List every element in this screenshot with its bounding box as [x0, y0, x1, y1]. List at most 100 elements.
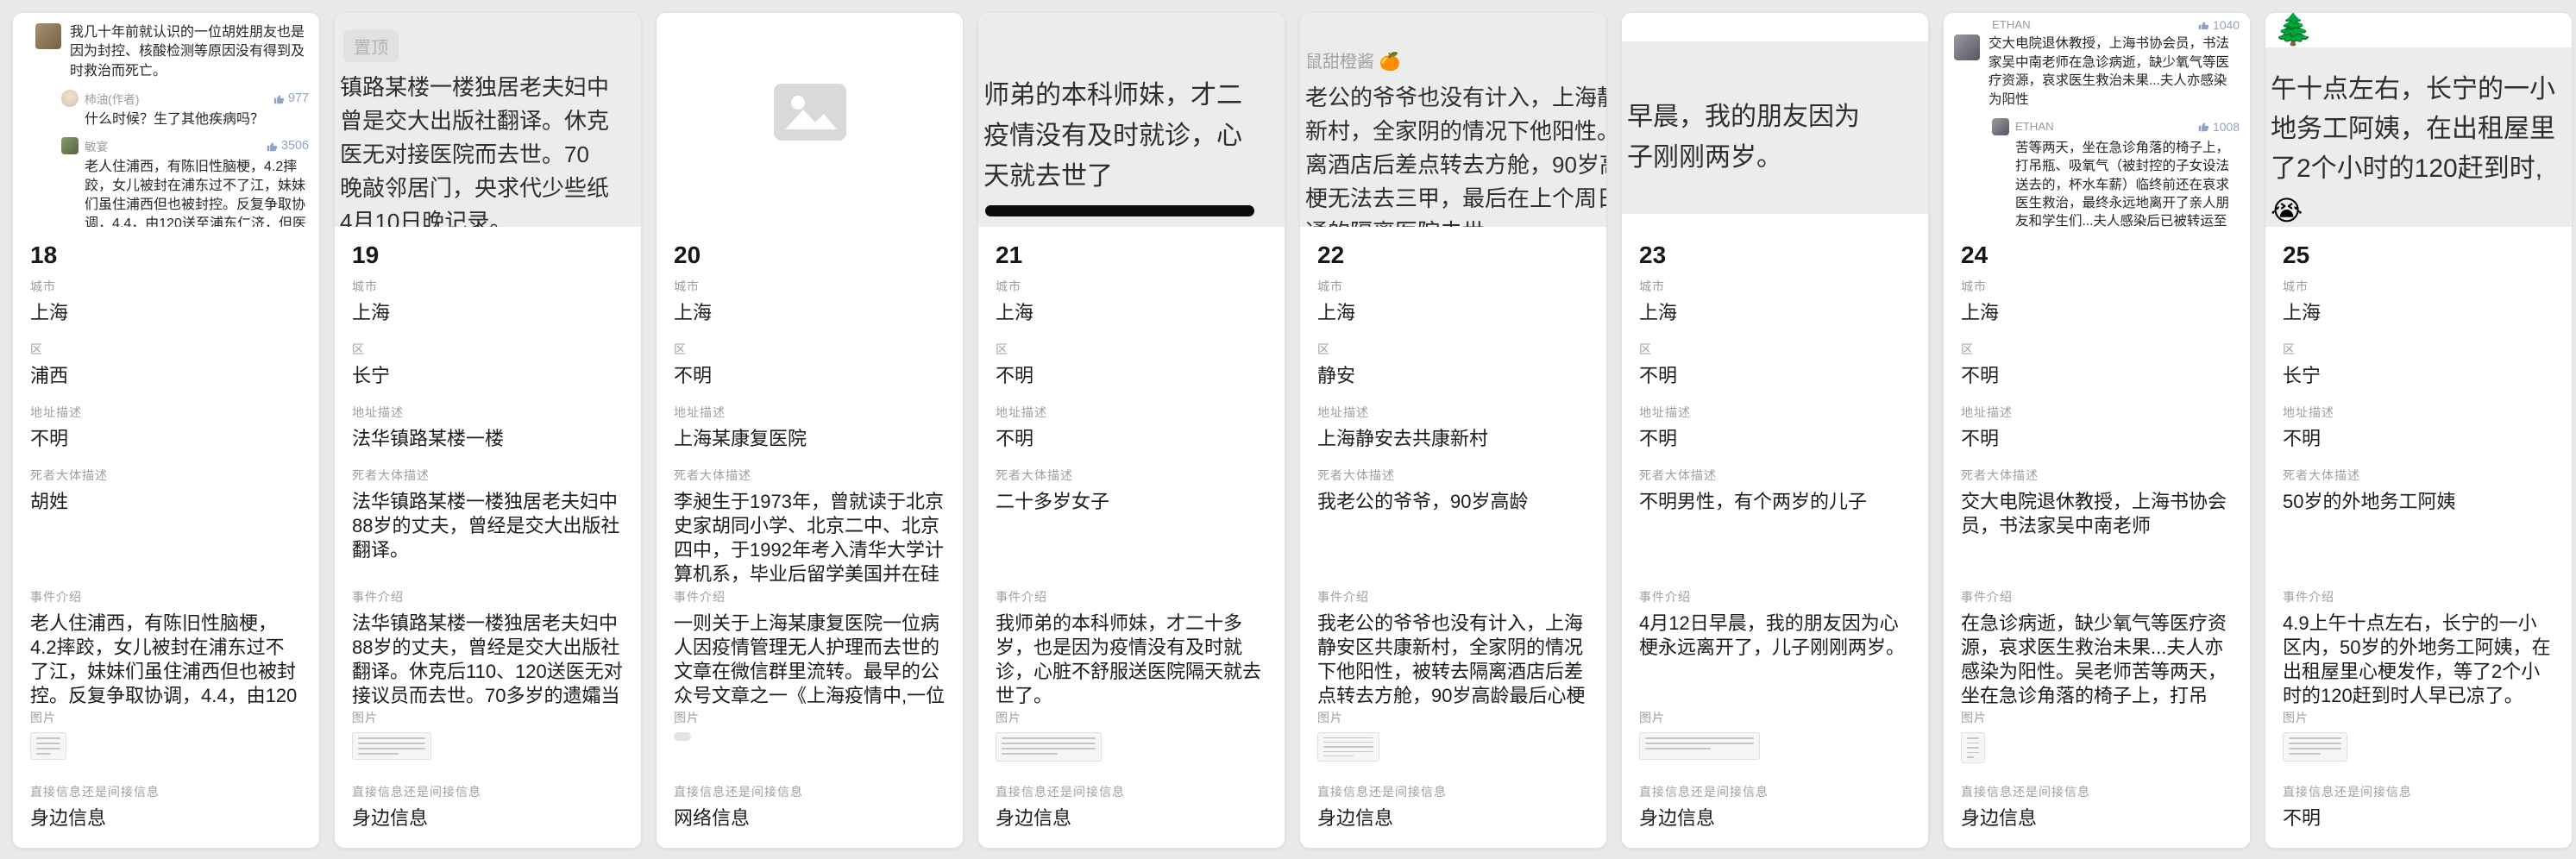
attachment-thumbnail[interactable]	[1317, 732, 1379, 762]
attachment-thumbnail[interactable]	[1961, 732, 1985, 763]
field-district-group: 区不明	[674, 342, 946, 404]
thumbnail-text-line	[36, 743, 60, 744]
comment-main: 交大电院退休教授，上海书协会员，书法家吴中南老师在急诊病逝，缺少氧气等医疗资源，…	[1954, 34, 2240, 110]
field-event-label: 事件介绍	[1639, 589, 1911, 605]
field-deceased-label: 死者大体描述	[1961, 467, 2233, 483]
field-event-group: 事件介绍我老公的爷爷也没有计入，上海静安区共康新村，全家阴的情况下他阳性，被转去…	[1317, 589, 1589, 710]
field-deceased-label: 死者大体描述	[996, 467, 1267, 483]
card-cover-image: 午十点左右，长宁的一小地务工阿姨，在出租屋里了2个小时的120赶到时,😭🌲	[2265, 13, 2572, 227]
field-deceased-value: 50岁的外地务工阿姨	[2283, 490, 2554, 514]
field-event-value: 我师弟的本科师妹，才二十多岁，也是因为疫情没有及时就诊，心脏不舒服送医院隔天就去…	[996, 611, 1267, 708]
thumb-up-icon	[2198, 20, 2209, 30]
post-text-line: 梗无法去三甲，最后在上个周日	[1300, 182, 1606, 216]
case-card[interactable]: ETHAN 1040 交大电院退休教授，上海书协会员，书法家吴中南老师在急诊病逝，缺…	[1943, 12, 2251, 849]
card-body: 25城市上海区长宁地址描述不明死者大体描述50岁的外地务工阿姨事件介绍4.9上午…	[2265, 227, 2572, 848]
commenter-name: 敏宴	[85, 137, 108, 154]
field-city-value: 上海	[1961, 301, 2233, 325]
field-district-label: 区	[1961, 342, 2233, 357]
field-address-group: 地址描述不明	[996, 404, 1267, 467]
screenshot-text-post: 置顶镇路某楼一楼独居老夫妇中曾是交大出版社翻译。休克医无对接医院而去世。70晚敲…	[335, 13, 641, 227]
field-district-value: 长宁	[2283, 364, 2554, 388]
like-count-value: 1040	[2213, 18, 2240, 29]
thumb-up-icon	[273, 93, 285, 104]
screenshot-gray-band: 早晨，我的朋友因为子刚刚两岁。	[1622, 41, 1928, 214]
post-text-line: 医无对接医院而去世。70	[335, 138, 641, 172]
field-city-value: 上海	[996, 301, 1267, 325]
field-city-label: 城市	[674, 279, 946, 294]
field-image-label: 图片	[30, 710, 302, 725]
comment-reply: 敏宴3506老人住浦西，有陈旧性脑梗，4.2摔跤，女儿被封在浦东过不了江，妹妹们…	[61, 137, 309, 227]
thumb-up-icon	[267, 141, 278, 152]
field-deceased-group: 死者大体描述交大电院退休教授，上海书协会员，书法家吴中南老师	[1961, 467, 2233, 589]
reply-text: 什么时候？生了其他疾病吗？	[85, 110, 309, 129]
thumbnail-text-line	[1967, 743, 1979, 744]
screenshot-gray-band: 午十点左右，长宁的一小地务工阿姨，在出租屋里了2个小时的120赶到时,😭	[2265, 47, 2572, 227]
field-image-group: 图片	[1961, 710, 2233, 784]
field-event-group: 事件介绍老人住浦西，有陈旧性脑梗，4.2摔跤，女儿被封在浦东过不了江，妹妹们虽住…	[30, 589, 302, 710]
case-card[interactable]: 午十点左右，长宁的一小地务工阿姨，在出租屋里了2个小时的120赶到时,😭🌲25城…	[2265, 12, 2573, 849]
field-address-group: 地址描述不明	[1961, 404, 2233, 467]
card-cover-image	[657, 13, 963, 227]
attachment-thumbnail[interactable]	[352, 732, 431, 760]
field-direct-label: 直接信息还是间接信息	[1317, 784, 1589, 799]
attachment-thumbnail[interactable]	[30, 732, 66, 760]
field-deceased-value: 我老公的爷爷，90岁高龄	[1317, 490, 1589, 514]
field-city-group: 城市上海	[352, 279, 624, 342]
case-card[interactable]: 师弟的本科师妹，才二疫情没有及时就诊，心天就去世了21城市上海区不明地址描述不明…	[977, 12, 1285, 849]
field-address-value: 上海某康复医院	[674, 427, 946, 451]
field-direct-label: 直接信息还是间接信息	[2283, 784, 2554, 799]
field-event-value: 法华镇路某楼一楼独居老夫妇中88岁的丈夫，曾经是交大出版社翻译。休克后110、1…	[352, 611, 624, 708]
field-city-value: 上海	[674, 301, 946, 325]
post-text-line: 镇路某楼一楼独居老夫妇中	[335, 71, 641, 104]
card-body: 24城市上海区不明地址描述不明死者大体描述交大电院退休教授，上海书协会员，书法家…	[1944, 227, 2250, 848]
reply-text: 苦等两天，坐在急诊角落的椅子上，打吊瓶、吸氧气（被封控的子女设法送去的，杯水车薪…	[2015, 139, 2240, 227]
case-card[interactable]: 早晨，我的朋友因为子刚刚两岁。23城市上海区不明地址描述不明死者大体描述不明男性…	[1621, 12, 1929, 849]
field-event-value: 我老公的爷爷也没有计入，上海静安区共康新村，全家阴的情况下他阳性，被转去隔离酒店…	[1317, 611, 1589, 708]
card-number: 25	[2283, 241, 2554, 279]
thumbnail-text-line	[1323, 742, 1373, 743]
like-count-value: 977	[288, 91, 309, 105]
screenshot-comment-thread: 我几十年前就认识的一位胡姓朋友也是因为封控、核酸检测等原因没有得到及时救治而死亡…	[13, 13, 319, 227]
field-direct-label: 直接信息还是间接信息	[352, 784, 624, 799]
case-card[interactable]: 20城市上海区不明地址描述上海某康复医院死者大体描述李昶生于1973年，曾就读于…	[656, 12, 964, 849]
attachment-thumbnail[interactable]	[2283, 732, 2347, 762]
field-deceased-value: 交大电院退休教授，上海书协会员，书法家吴中南老师	[1961, 490, 2233, 538]
attachment-thumbnail[interactable]	[1639, 732, 1760, 760]
field-image-label: 图片	[352, 710, 624, 725]
attachment-thumbnail[interactable]	[674, 732, 691, 741]
field-district-value: 长宁	[352, 364, 624, 388]
field-direct-label: 直接信息还是间接信息	[30, 784, 302, 799]
comment-reply: ETHAN1008苦等两天，坐在急诊角落的椅子上，打吊瓶、吸氧气（被封控的子女设…	[1992, 118, 2240, 227]
case-card[interactable]: 置顶镇路某楼一楼独居老夫妇中曾是交大出版社翻译。休克医无对接医院而去世。70晚敲…	[334, 12, 642, 849]
field-address-group: 地址描述不明	[1639, 404, 1911, 467]
thumbnail-text-line	[2289, 753, 2321, 755]
field-deceased-group: 死者大体描述法华镇路某楼一楼独居老夫妇中88岁的丈夫，曾经是交大出版社翻译。	[352, 467, 624, 589]
field-deceased-group: 死者大体描述二十多岁女子	[996, 467, 1267, 589]
field-direct-value: 网络信息	[674, 806, 946, 831]
attachment-thumbnail[interactable]	[996, 732, 1102, 762]
field-deceased-label: 死者大体描述	[352, 467, 624, 483]
field-deceased-label: 死者大体描述	[2283, 467, 2554, 483]
post-text-line: 早晨，我的朋友因为	[1622, 97, 1928, 137]
field-deceased-value: 法华镇路某楼一楼独居老夫妇中88岁的丈夫，曾经是交大出版社翻译。	[352, 490, 624, 562]
commenter-name: ETHAN	[2015, 120, 2054, 133]
field-address-label: 地址描述	[996, 404, 1267, 420]
field-district-group: 区浦西	[30, 342, 302, 404]
card-number: 20	[674, 241, 946, 279]
field-district-value: 不明	[674, 364, 946, 388]
field-district-group: 区长宁	[352, 342, 624, 404]
field-address-group: 地址描述上海静安去共康新村	[1317, 404, 1589, 467]
field-event-value: 一则关于上海某康复医院一位病人因疫情管理无人护理而去世的文章在微信群里流转。最早…	[674, 611, 946, 708]
field-direct-group: 直接信息还是间接信息身边信息	[30, 784, 302, 836]
post-text-line: 离酒店后差点转去方舱，90岁高	[1300, 148, 1606, 182]
user-avatar	[1954, 34, 1980, 60]
field-event-group: 事件介绍4.9上午十点左右，长宁的一小区内，50岁的外地务工阿姨，在出租屋里心梗…	[2283, 589, 2554, 710]
field-event-group: 事件介绍我师弟的本科师妹，才二十多岁，也是因为疫情没有及时就诊，心脏不舒服送医院…	[996, 589, 1267, 710]
user-avatar	[61, 137, 79, 154]
card-body: 19城市上海区长宁地址描述法华镇路某楼一楼死者大体描述法华镇路某楼一楼独居老夫妇…	[335, 227, 641, 848]
case-card[interactable]: 我几十年前就认识的一位胡姓朋友也是因为封控、核酸检测等原因没有得到及时救治而死亡…	[12, 12, 320, 849]
case-card[interactable]: 鼠甜橙酱 🍊老公的爷爷也没有计入，上海静新村，全家阴的情况下他阳性。离酒店后差点…	[1299, 12, 1607, 849]
field-deceased-group: 死者大体描述不明男性，有个两岁的儿子	[1639, 467, 1911, 589]
thumbnail-text-line	[1323, 737, 1373, 738]
field-event-label: 事件介绍	[1961, 589, 2233, 605]
